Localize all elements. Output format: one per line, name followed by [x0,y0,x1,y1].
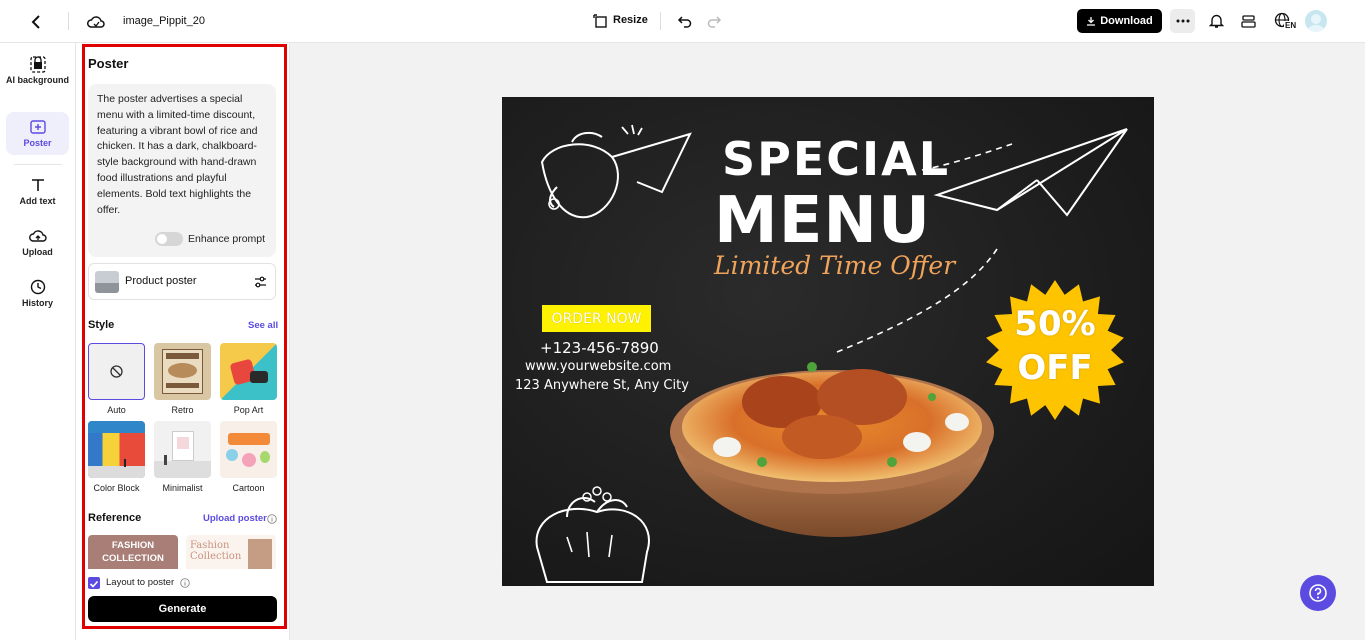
nav-label: AI background [6,75,70,85]
top-bar: image_Pippit_20 Resize Download EN [0,0,1365,43]
nav-label: Upload [22,247,53,257]
resize-icon[interactable] [590,11,610,31]
divider [660,12,661,30]
style-label: Color Block [93,483,140,493]
resize-button[interactable]: Resize [613,14,648,26]
style-retro[interactable] [154,343,211,400]
reference-thumb[interactable]: Fashion Collection [186,535,276,569]
phone-number: +123-456-7890 [540,339,659,357]
poster-icon [29,120,46,134]
product-label: Product poster [125,275,197,287]
bell-icon[interactable] [1206,11,1226,31]
nav-label: History [21,298,53,308]
biryani-bowl-image [670,362,994,537]
headline-menu: MENU [714,184,931,258]
style-label: Retro [171,405,194,415]
nav-item-poster[interactable]: Poster [6,112,69,155]
discount-off: OFF [1017,348,1093,388]
enhance-toggle[interactable] [155,232,183,246]
style-label: Pop Art [233,405,264,415]
upload-poster-link[interactable]: Upload poster [203,513,267,524]
nav-item-history[interactable]: History [6,279,69,313]
poster-panel: Poster The poster advertises a special m… [76,43,290,640]
product-poster-selector[interactable]: Product poster [88,263,276,300]
chalk-doodle-food [535,486,650,583]
file-name[interactable]: image_Pippit_20 [123,15,205,27]
upload-icon [28,230,47,242]
cloud-sync-icon[interactable] [85,11,107,33]
back-icon[interactable] [26,11,48,33]
layout-checkbox[interactable] [88,577,100,589]
style-color-block[interactable] [88,421,145,478]
more-icon[interactable] [1170,9,1195,33]
history-icon [30,279,45,295]
tagline: Limited Time Offer [714,251,956,280]
headline-special: SPECIAL [722,132,951,186]
style-label: Cartoon [232,483,265,493]
reference-heading: Reference [88,512,142,524]
website: www.yourwebsite.com [525,359,672,374]
download-icon [1087,17,1096,26]
discount-percent: 50% [1014,304,1096,344]
left-nav: AI background Poster Add text Upload His… [0,43,76,640]
layout-label: Layout to poster [106,577,175,588]
enhance-label: Enhance prompt [188,233,266,245]
help-icon [1309,584,1327,602]
help-button[interactable] [1300,575,1336,611]
info-icon[interactable] [180,578,190,588]
divider [14,164,62,165]
storage-icon[interactable] [1238,11,1258,31]
reference-thumb-text: FASHION COLLECTION [102,540,164,564]
generate-button[interactable]: Generate [88,596,277,622]
see-all-link[interactable]: See all [248,320,278,331]
style-pop-art[interactable] [220,343,277,400]
redo-icon[interactable] [704,11,724,31]
product-thumbnail [95,271,119,293]
nav-item-ai-background[interactable]: AI background [6,53,69,103]
poster-canvas[interactable]: SPECIAL MENU Limited Time Offer ORDER NO… [502,97,1154,586]
nav-label: Add text [19,196,56,206]
chalk-doodle-fruit [540,124,692,219]
prompt-text[interactable]: The poster advertises a special menu wit… [97,92,269,218]
text-icon [31,179,44,191]
download-button[interactable]: Download [1077,9,1162,33]
nav-label: Poster [23,138,52,148]
style-label: Auto [107,405,126,415]
language-badge: EN [1284,21,1298,30]
ai-background-icon [29,56,46,73]
info-icon[interactable] [267,514,277,524]
nav-item-add-text[interactable]: Add text [6,177,69,211]
settings-sliders-icon[interactable] [254,276,267,288]
style-label: Minimalist [162,483,203,493]
no-style-icon [110,365,123,378]
style-cartoon[interactable] [220,421,277,478]
undo-icon[interactable] [674,11,694,31]
reference-thumb-text: Fashion Collection [190,540,242,562]
prompt-box[interactable]: The poster advertises a special menu wit… [88,84,276,257]
order-now-badge: ORDER NOW [542,305,651,332]
download-label: Download [1100,15,1153,27]
reference-thumb[interactable]: FASHION COLLECTION [88,535,178,569]
nav-item-upload[interactable]: Upload [6,228,69,262]
style-heading: Style [88,319,115,331]
style-auto[interactable] [88,343,145,400]
avatar[interactable] [1305,10,1327,32]
divider [68,12,69,30]
paper-plane-doodle [933,128,1128,217]
panel-title: Poster [88,56,129,71]
style-minimalist[interactable] [154,421,211,478]
